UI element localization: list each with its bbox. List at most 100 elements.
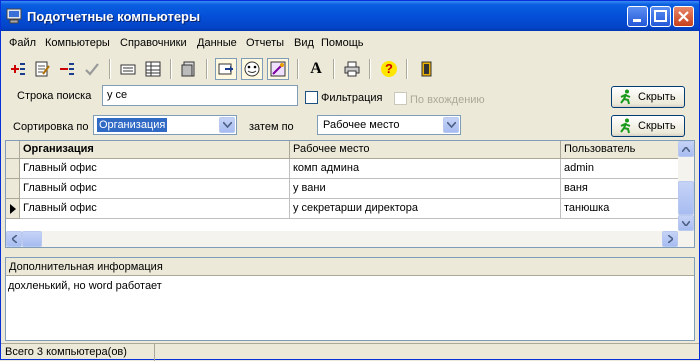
hide-sort-label: Скрыть [638, 120, 676, 132]
table-cell[interactable]: admin [561, 159, 682, 179]
toolbar-separator [170, 59, 172, 79]
vertical-scroll-thumb[interactable] [678, 181, 694, 215]
entry-label: По вхождению [410, 94, 485, 106]
table-cell[interactable]: у секретарши директора [290, 199, 561, 219]
search-input[interactable]: у се [102, 85, 298, 106]
print-preview-icon [181, 61, 195, 77]
toolbar: A ? [1, 56, 699, 82]
status-bar: Всего 3 компьютера(ов) [1, 343, 699, 361]
font-button[interactable]: A [305, 58, 327, 80]
table-cell[interactable]: комп админа [290, 159, 561, 179]
help-icon: ? [381, 61, 397, 77]
close-button[interactable] [673, 6, 694, 27]
add-icon [11, 63, 25, 75]
hide-search-label: Скрыть [638, 91, 676, 103]
toolbar-separator [109, 59, 111, 79]
confirm-button[interactable] [81, 58, 103, 80]
columns-icon [145, 61, 161, 77]
chevron-down-icon[interactable] [443, 117, 459, 133]
pin-button[interactable] [215, 58, 237, 80]
table-cell[interactable]: у вани [290, 179, 561, 199]
menu-file[interactable]: Файл [9, 37, 36, 49]
scroll-up-icon[interactable] [678, 141, 694, 157]
sort-primary-value: Организация [97, 118, 168, 132]
search-label: Строка поиска [17, 90, 92, 102]
minimize-button[interactable] [627, 6, 648, 27]
maximize-icon [654, 10, 667, 22]
additional-info-title: Дополнительная информация [6, 258, 694, 276]
menu-data[interactable]: Данные [197, 37, 237, 49]
menu-references[interactable]: Справочники [120, 37, 187, 49]
table-cell[interactable]: танюшка [561, 199, 682, 219]
font-icon: A [310, 60, 322, 77]
table-cell[interactable]: ваня [561, 179, 682, 199]
sort-secondary-select[interactable]: Рабочее место [317, 115, 461, 135]
exit-icon [421, 61, 432, 77]
help-button[interactable]: ? [378, 58, 400, 80]
card-button[interactable] [117, 58, 139, 80]
toolbar-separator [297, 59, 299, 79]
print-button[interactable] [341, 58, 363, 80]
row-selector[interactable] [6, 159, 20, 179]
add-button[interactable] [7, 58, 29, 80]
window-title: Подотчетные компьютеры [27, 9, 201, 24]
menu-help[interactable]: Помощь [321, 37, 364, 49]
delete-icon [60, 63, 74, 75]
computer-icon [6, 8, 22, 24]
column-header-user[interactable]: Пользователь [561, 141, 682, 159]
magic-button[interactable] [267, 58, 289, 80]
toolbar-separator [333, 59, 335, 79]
scroll-down-icon[interactable] [678, 215, 694, 231]
exit-button[interactable] [415, 58, 437, 80]
computers-grid: Организация Рабочее место Пользователь Г… [5, 140, 695, 248]
main-window: Подотчетные компьютеры Файл Компьютеры С… [0, 0, 700, 361]
filter-checkbox[interactable] [305, 91, 318, 104]
confirm-icon [85, 63, 99, 76]
edit-button[interactable] [31, 58, 53, 80]
horizontal-scrollbar[interactable] [6, 231, 694, 247]
toolbar-separator [369, 59, 371, 79]
face-button[interactable] [241, 58, 263, 80]
row-selector-current[interactable] [6, 199, 20, 219]
column-header-organization[interactable]: Организация [20, 141, 290, 159]
column-header-workplace[interactable]: Рабочее место [290, 141, 561, 159]
delete-button[interactable] [56, 58, 78, 80]
toolbar-separator [406, 59, 408, 79]
menu-reports[interactable]: Отчеты [246, 37, 284, 49]
vertical-scrollbar[interactable] [678, 141, 694, 231]
additional-info-panel: Дополнительная информация дохленький, но… [5, 257, 695, 341]
entry-checkbox[interactable] [394, 92, 407, 105]
filter-label: Фильтрация [321, 92, 383, 104]
title-bar[interactable]: Подотчетные компьютеры [1, 1, 699, 31]
then-by-label: затем по [249, 121, 294, 133]
menu-view[interactable]: Вид [294, 37, 314, 49]
sort-label: Сортировка по [13, 121, 89, 133]
row-selector[interactable] [6, 179, 20, 199]
header-corner [6, 141, 20, 159]
table-cell[interactable]: Главный офис [20, 199, 290, 219]
additional-info-text[interactable]: дохленький, но word работает [8, 280, 162, 292]
hide-sort-button[interactable]: Скрыть [611, 115, 685, 137]
columns-button[interactable] [142, 58, 164, 80]
pin-icon [218, 63, 233, 75]
grid-header: Организация Рабочее место Пользователь [6, 141, 682, 159]
toolbar-separator [206, 59, 208, 79]
sort-primary-select[interactable]: Организация [93, 115, 237, 135]
chevron-down-icon[interactable] [219, 117, 235, 133]
sort-secondary-value: Рабочее место [323, 119, 400, 131]
print-preview-button[interactable] [178, 58, 200, 80]
menu-computers[interactable]: Компьютеры [45, 37, 110, 49]
scroll-right-icon[interactable] [662, 231, 678, 247]
hide-search-button[interactable]: Скрыть [611, 86, 685, 108]
face-icon [244, 61, 260, 77]
current-row-icon [9, 203, 16, 214]
running-man-icon [620, 118, 631, 134]
minimize-icon [633, 19, 641, 22]
scroll-left-icon[interactable] [6, 231, 22, 247]
magic-icon [270, 61, 286, 77]
table-cell[interactable]: Главный офис [20, 159, 290, 179]
edit-icon [35, 61, 50, 77]
table-cell[interactable]: Главный офис [20, 179, 290, 199]
maximize-button[interactable] [650, 6, 671, 27]
horizontal-scroll-thumb[interactable] [22, 231, 42, 247]
